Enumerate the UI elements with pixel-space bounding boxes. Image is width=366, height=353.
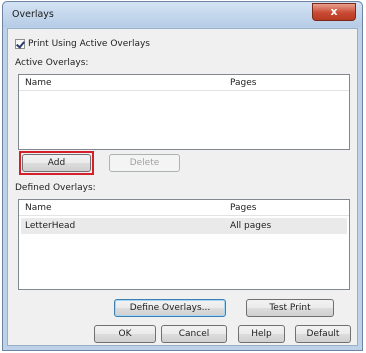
active-col-name[interactable]: Name — [25, 78, 52, 88]
active-list-header-divider — [19, 90, 349, 91]
close-button[interactable]: x — [312, 3, 356, 21]
default-button[interactable]: Default — [295, 325, 351, 343]
delete-button[interactable]: Delete — [109, 154, 180, 172]
overlay-pages-cell: All pages — [230, 221, 272, 231]
overlay-name-cell: LetterHead — [25, 221, 76, 231]
print-using-overlays-label[interactable]: Print Using Active Overlays — [28, 39, 150, 49]
close-icon: x — [330, 5, 338, 18]
active-overlays-label: Active Overlays: — [15, 58, 89, 68]
ok-button[interactable]: OK — [94, 325, 156, 343]
defined-col-name[interactable]: Name — [25, 203, 52, 213]
title-bar[interactable]: Overlays x — [3, 2, 362, 27]
help-button[interactable]: Help — [238, 325, 285, 343]
defined-list-header-divider — [19, 215, 349, 216]
active-overlays-list[interactable]: Name Pages — [18, 74, 350, 150]
defined-col-pages[interactable]: Pages — [230, 203, 256, 213]
window-title: Overlays — [12, 9, 54, 20]
add-button-highlight — [19, 151, 94, 175]
defined-overlays-list[interactable]: Name Pages LetterHead All pages — [18, 199, 350, 290]
print-using-overlays-checkbox[interactable] — [15, 39, 25, 49]
defined-overlays-label: Defined Overlays: — [15, 183, 96, 193]
overlays-dialog: Overlays x Print Using Active Overlays A… — [2, 1, 363, 351]
test-print-button[interactable]: Test Print — [246, 299, 334, 317]
define-overlays-button[interactable]: Define Overlays... — [114, 299, 226, 317]
dialog-client-area: Print Using Active Overlays Active Overl… — [7, 28, 358, 346]
active-col-pages[interactable]: Pages — [230, 78, 256, 88]
table-row[interactable]: LetterHead All pages — [21, 218, 347, 234]
cancel-button[interactable]: Cancel — [161, 325, 227, 343]
